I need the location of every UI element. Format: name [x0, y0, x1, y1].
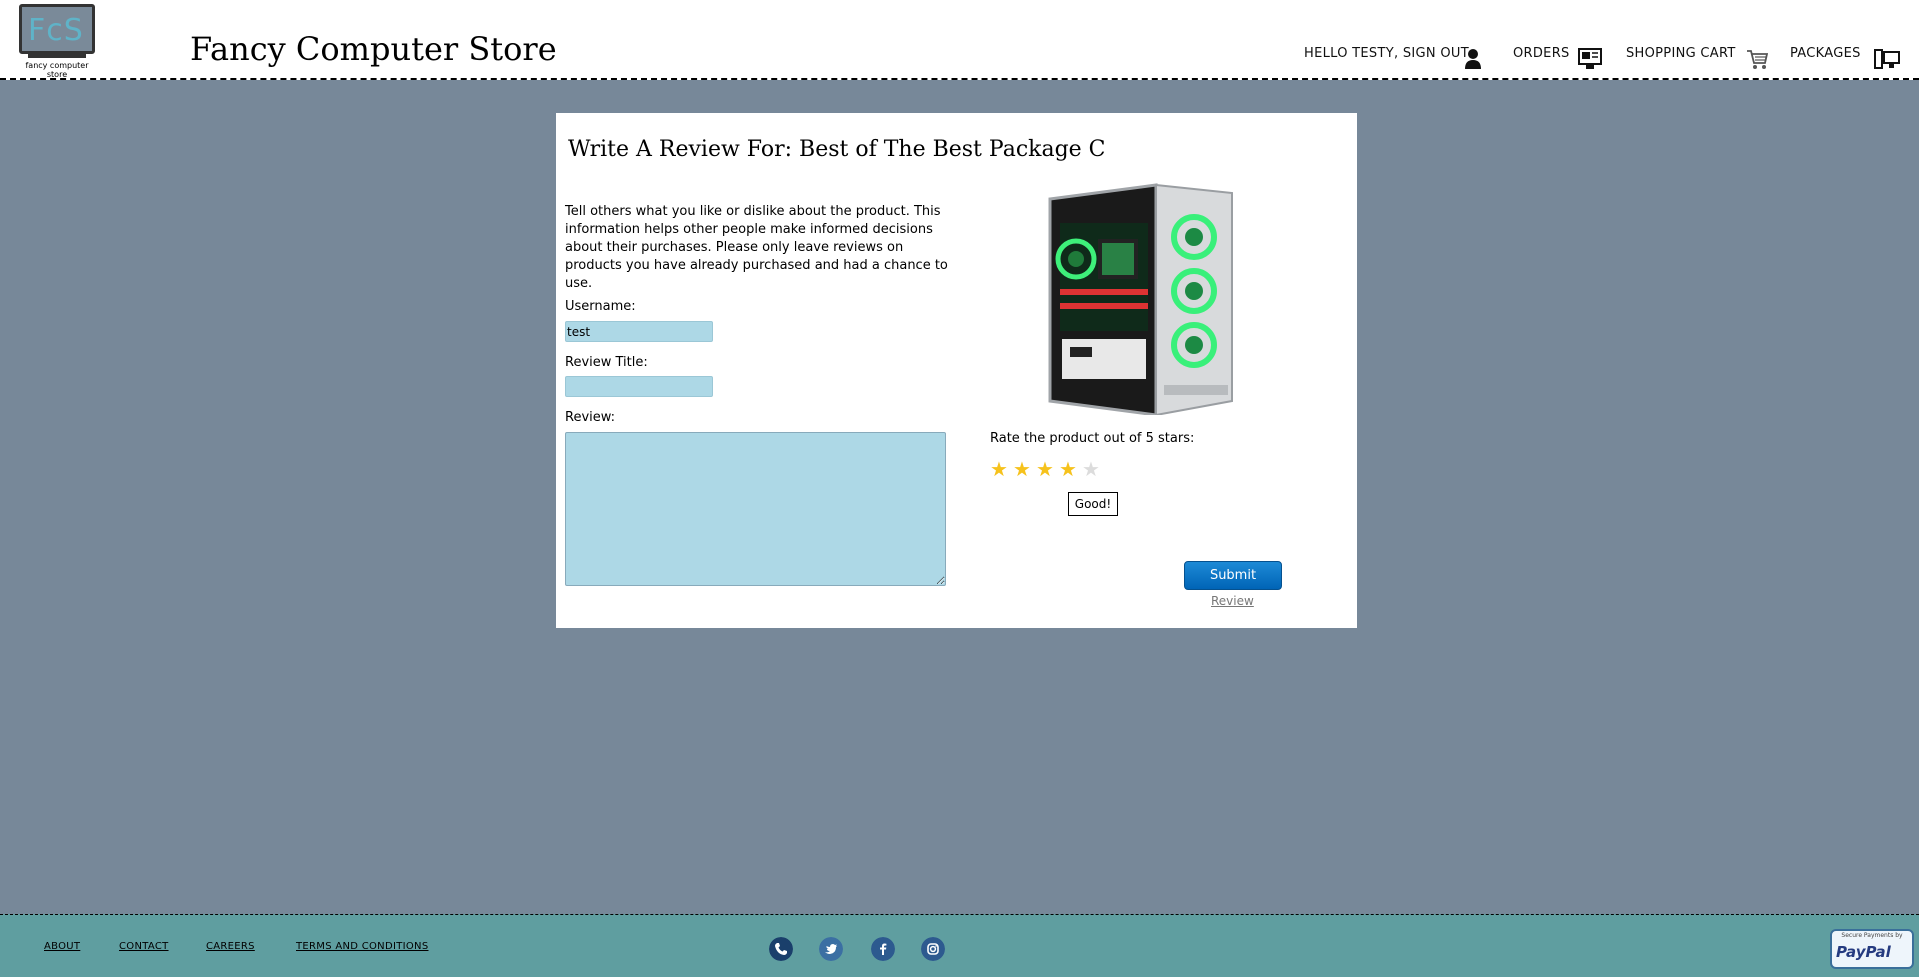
paypal-caption: Secure Payments by: [1841, 932, 1903, 939]
footer-link-careers[interactable]: CAREERS: [206, 941, 255, 952]
site-footer: ABOUT CONTACT CAREERS TERMS AND CONDITIO…: [0, 914, 1919, 977]
footer-link-about[interactable]: ABOUT: [44, 941, 80, 952]
username-label: Username:: [565, 299, 636, 314]
nav-orders[interactable]: ORDERS: [1513, 46, 1570, 61]
footer-link-contact[interactable]: CONTACT: [119, 941, 169, 952]
review-label: Review:: [565, 410, 616, 425]
rating-text: Good!: [1068, 492, 1118, 516]
star-icon[interactable]: ★: [990, 459, 1010, 479]
site-title[interactable]: Fancy Computer Store: [190, 30, 557, 68]
nav-shopping-cart[interactable]: SHOPPING CART: [1626, 46, 1736, 61]
packages-computer-icon[interactable]: [1874, 48, 1900, 70]
submit-review-button[interactable]: Submit: [1184, 561, 1282, 590]
nav-account-sign-out[interactable]: HELLO TESTY, SIGN OUT: [1304, 46, 1469, 61]
logo-letters: FcS: [28, 13, 84, 48]
star-icon[interactable]: ★: [1036, 459, 1056, 479]
paypal-logo: PayPal: [1836, 943, 1891, 961]
site-logo[interactable]: FcS fancy computer store: [18, 4, 96, 79]
instagram-icon[interactable]: [921, 937, 945, 961]
star-rating[interactable]: ★ ★ ★ ★ ★: [990, 459, 1105, 481]
product-image: [1048, 183, 1233, 415]
paypal-badge: Secure Payments by PayPal: [1830, 929, 1914, 969]
star-icon[interactable]: ★: [1059, 459, 1079, 479]
logo-caption: fancy computer store: [25, 61, 89, 79]
review-title-label: Review Title:: [565, 355, 648, 370]
star-icon[interactable]: ★: [1013, 459, 1033, 479]
review-textarea[interactable]: [565, 432, 946, 586]
review-instructions: Tell others what you like or dislike abo…: [565, 204, 948, 291]
submit-review-sublabel: Review: [1211, 594, 1254, 608]
shopping-cart-icon[interactable]: [1746, 48, 1768, 70]
site-header: FcS fancy computer store Fancy Computer …: [0, 0, 1919, 80]
orders-monitor-icon[interactable]: [1578, 48, 1602, 70]
twitter-icon[interactable]: [819, 937, 843, 961]
user-icon[interactable]: [1464, 48, 1482, 70]
logo-stand: [28, 54, 86, 58]
star-icon[interactable]: ★: [1082, 459, 1102, 479]
username-field[interactable]: [565, 321, 713, 342]
phone-icon[interactable]: [769, 937, 793, 961]
page-title: Write A Review For: Best of The Best Pac…: [568, 137, 1106, 162]
nav-packages[interactable]: PACKAGES: [1790, 46, 1861, 61]
logo-monitor: FcS: [19, 4, 95, 54]
review-card: Write A Review For: Best of The Best Pac…: [556, 113, 1357, 628]
footer-link-terms[interactable]: TERMS AND CONDITIONS: [296, 941, 428, 952]
rating-label: Rate the product out of 5 stars:: [990, 431, 1195, 446]
facebook-icon[interactable]: [871, 937, 895, 961]
review-title-field[interactable]: [565, 376, 713, 397]
